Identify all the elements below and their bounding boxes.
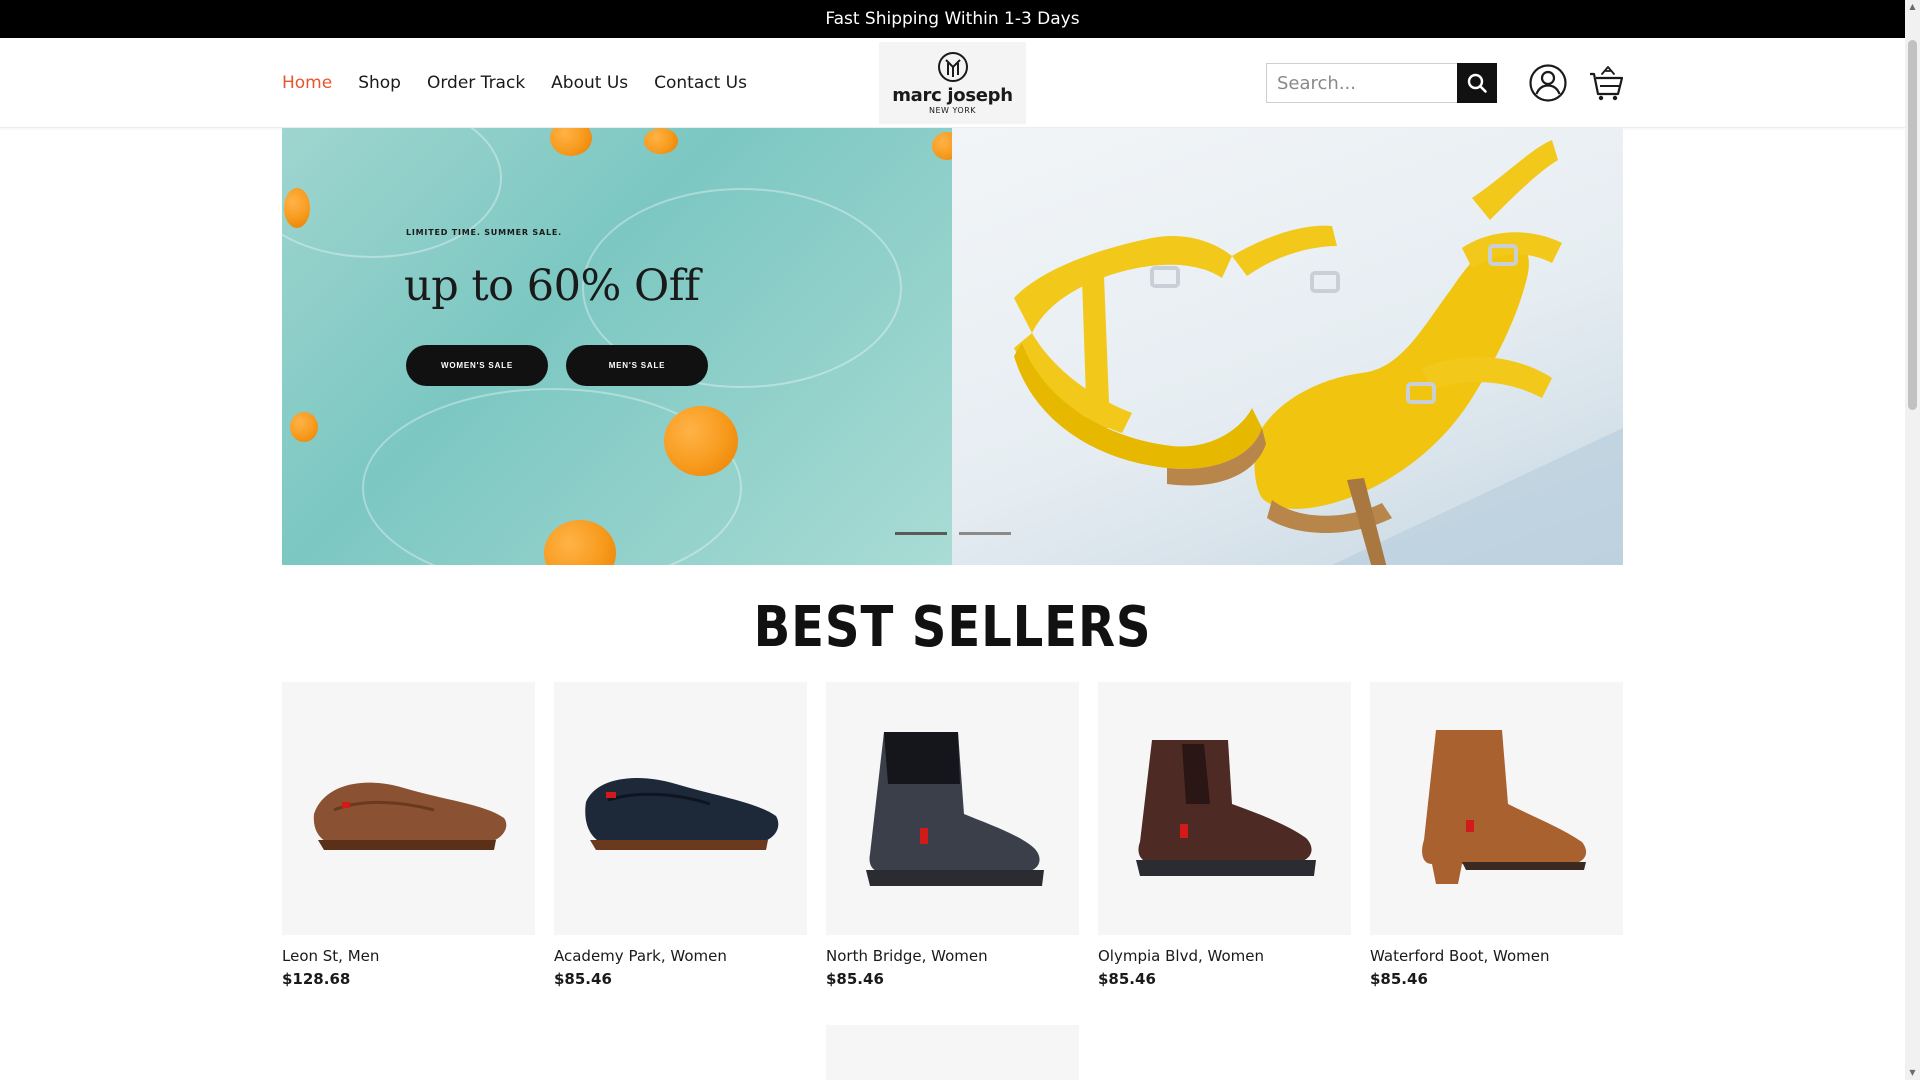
- mens-sale-button[interactable]: MEN'S SALE: [566, 345, 708, 386]
- search-input[interactable]: [1266, 63, 1457, 103]
- scroll-up-arrow-icon[interactable]: ▲: [1905, 0, 1920, 14]
- slider-dot-1[interactable]: [894, 532, 947, 535]
- slider-dot-2[interactable]: [958, 532, 1011, 535]
- product-name: Waterford Boot, Women: [1370, 947, 1550, 965]
- page-scrollbar[interactable]: ▲ ▼: [1905, 0, 1920, 1080]
- announcement-bar: Fast Shipping Within 1-3 Days: [0, 0, 1905, 38]
- orange-image: [644, 128, 678, 154]
- womens-sale-button[interactable]: WOMEN'S SALE: [406, 345, 548, 386]
- nav-shop[interactable]: Shop: [358, 73, 401, 93]
- product-image[interactable]: [1370, 682, 1623, 935]
- water-ripple: [282, 128, 502, 258]
- cart-icon[interactable]: [1588, 62, 1624, 102]
- site-header: Home Shop Order Track About Us Contact U…: [0, 38, 1905, 128]
- nav-home[interactable]: Home: [282, 73, 332, 93]
- product-card[interactable]: Academy Park, Women $85.46: [554, 682, 807, 988]
- search-button[interactable]: [1457, 63, 1497, 103]
- loafer-black-image: [584, 777, 778, 850]
- product-price: $85.46: [1098, 970, 1156, 988]
- product-card[interactable]: Leon St, Men $128.68: [282, 682, 535, 988]
- nav-about-us[interactable]: About Us: [551, 73, 628, 93]
- search-icon: [1467, 73, 1487, 93]
- chelsea-boot-image: [1135, 739, 1316, 876]
- nav-order-track[interactable]: Order Track: [427, 73, 525, 93]
- ankle-boot-image: [1421, 729, 1586, 884]
- account-icon[interactable]: [1528, 63, 1568, 103]
- main-nav: Home Shop Order Track About Us Contact U…: [282, 38, 747, 128]
- orange-image: [550, 128, 592, 156]
- product-name: North Bridge, Women: [826, 947, 988, 965]
- hero-banner[interactable]: LIMITED TIME. SUMMER SALE. up to 60% Off…: [282, 128, 1623, 565]
- product-card-next-row[interactable]: [826, 1025, 1079, 1080]
- orange-image: [664, 406, 738, 476]
- announcement-text: Fast Shipping Within 1-3 Days: [825, 9, 1080, 29]
- logo-subtitle: NEW YORK: [928, 106, 977, 115]
- orange-image: [290, 412, 318, 442]
- product-card[interactable]: North Bridge, Women $85.46: [826, 682, 1079, 988]
- hero-headline: up to 60% Off: [404, 261, 700, 311]
- hero-pool-image: LIMITED TIME. SUMMER SALE. up to 60% Off…: [282, 128, 962, 565]
- product-name: Leon St, Men: [282, 947, 380, 965]
- best-sellers-heading: BEST SELLERS: [753, 595, 1152, 660]
- hero-eyebrow: LIMITED TIME. SUMMER SALE.: [406, 228, 562, 237]
- scrollbar-thumb[interactable]: [1908, 40, 1917, 410]
- product-price: $85.46: [1370, 970, 1428, 988]
- product-image[interactable]: [282, 682, 535, 935]
- product-grid: Leon St, Men $128.68 Academy Park, Women…: [282, 682, 1623, 988]
- product-card[interactable]: Waterford Boot, Women $85.46: [1370, 682, 1623, 988]
- product-price: $85.46: [826, 970, 884, 988]
- product-price: $85.46: [554, 970, 612, 988]
- scroll-down-arrow-icon[interactable]: ▼: [1905, 1066, 1920, 1080]
- hero-sandal-image: [952, 128, 1623, 565]
- site-logo[interactable]: marc joseph NEW YORK: [879, 42, 1026, 124]
- nav-contact-us[interactable]: Contact Us: [654, 73, 747, 93]
- product-card[interactable]: Olympia Blvd, Women $85.46: [1098, 682, 1351, 988]
- product-image[interactable]: [554, 682, 807, 935]
- slider-dots: [282, 532, 1623, 535]
- loafer-brown-image: [313, 782, 506, 850]
- logo-name: marc joseph: [892, 85, 1013, 106]
- product-name: Academy Park, Women: [554, 947, 727, 965]
- orange-image: [284, 188, 310, 228]
- search-form: [1266, 63, 1497, 103]
- product-image[interactable]: [1098, 682, 1351, 935]
- product-price: $128.68: [282, 970, 351, 988]
- yellow-sandal-illustration: [1014, 140, 1623, 565]
- product-name: Olympia Blvd, Women: [1098, 947, 1264, 965]
- logo-emblem-icon: [937, 52, 968, 82]
- boot-gray-image: [865, 731, 1044, 886]
- product-image[interactable]: [826, 682, 1079, 935]
